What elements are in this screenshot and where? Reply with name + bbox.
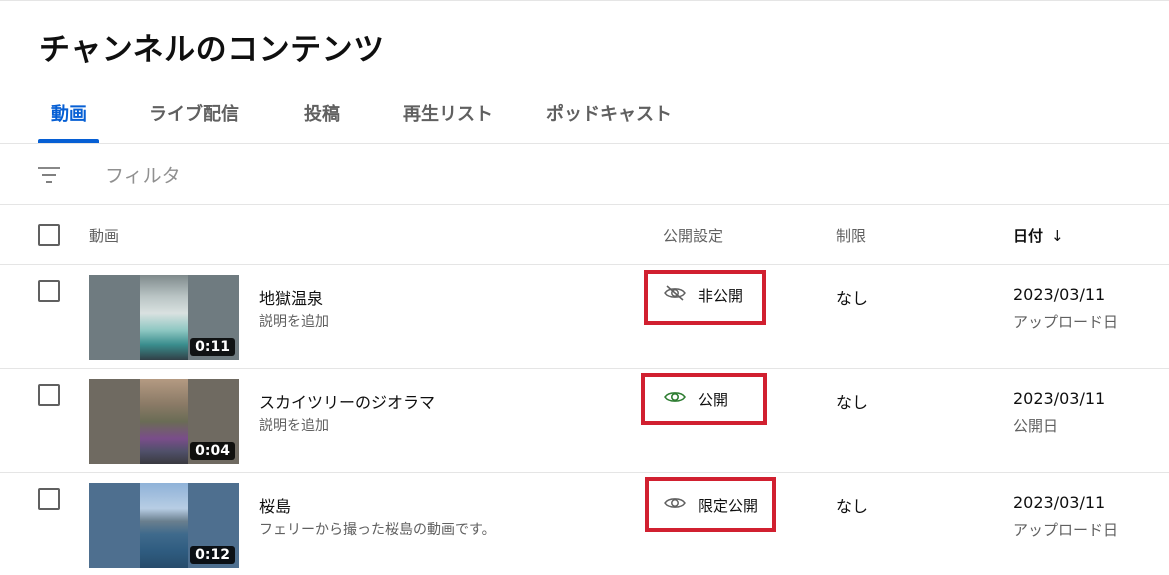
header-visibility[interactable]: 公開設定 [663,225,723,246]
header-date[interactable]: 日付 ↓ [1013,225,1064,246]
filter-input[interactable]: フィルタ [105,161,181,188]
eye-icon[interactable] [664,389,686,405]
date-value: 2023/03/11 [1013,285,1106,304]
video-thumbnail[interactable]: 0:11 [89,275,239,360]
date-type: アップロード日 [1013,521,1119,539]
table-row[interactable]: 0:11 地獄温泉 説明を追加 非公開 なし 2023/03/11 アップロード… [0,265,1169,369]
top-divider [0,0,1169,1]
visibility-label[interactable]: 限定公開 [698,495,758,516]
table-header: 動画 公開設定 制限 日付 ↓ [0,205,1169,265]
header-video: 動画 [89,227,120,245]
video-duration: 0:12 [190,546,235,564]
select-all-checkbox[interactable] [38,224,60,246]
filter-icon[interactable] [37,164,61,186]
date-type: 公開日 [1013,417,1059,435]
eye-off-icon[interactable] [664,285,686,301]
header-restrictions[interactable]: 制限 [836,225,866,246]
video-title[interactable]: スカイツリーのジオラマ [259,389,435,413]
table-row[interactable]: 0:12 桜島 フェリーから撮った桜島の動画です。 限定公開 なし 2023/0… [0,473,1169,575]
tab-podcasts[interactable]: ポッドキャスト [546,100,672,126]
date-type: アップロード日 [1013,313,1119,331]
video-thumbnail[interactable]: 0:12 [89,483,239,568]
tab-posts[interactable]: 投稿 [304,100,340,126]
row-checkbox[interactable] [38,488,60,510]
restriction-value: なし [836,289,869,308]
filter-bar[interactable]: フィルタ [0,145,1169,205]
video-title[interactable]: 桜島 [259,493,291,517]
video-description[interactable]: 説明を追加 [259,311,329,331]
table-row[interactable]: 0:04 スカイツリーのジオラマ 説明を追加 公開 なし 2023/03/11 … [0,369,1169,473]
eye-icon[interactable] [664,495,686,511]
active-tab-indicator [38,139,99,143]
tab-live[interactable]: ライブ配信 [149,100,239,126]
row-checkbox[interactable] [38,384,60,406]
video-thumbnail[interactable]: 0:04 [89,379,239,464]
tab-videos[interactable]: 動画 [51,100,87,126]
video-duration: 0:04 [190,442,235,460]
video-title[interactable]: 地獄温泉 [259,285,323,309]
video-description[interactable]: 説明を追加 [259,415,329,435]
visibility-label[interactable]: 公開 [698,389,728,410]
tab-bar: 動画 ライブ配信 投稿 再生リスト ポッドキャスト [0,84,1169,144]
visibility-label[interactable]: 非公開 [698,285,743,306]
restriction-value: なし [836,497,869,516]
video-description[interactable]: フェリーから撮った桜島の動画です。 [259,519,496,539]
row-checkbox[interactable] [38,280,60,302]
tab-playlists[interactable]: 再生リスト [403,100,493,126]
restriction-value: なし [836,393,869,412]
video-duration: 0:11 [190,338,235,356]
date-value: 2023/03/11 [1013,493,1106,512]
header-date-label: 日付 [1013,227,1044,245]
date-value: 2023/03/11 [1013,389,1106,408]
page-title: チャンネルのコンテンツ [39,32,385,68]
sort-down-icon[interactable]: ↓ [1051,227,1064,245]
